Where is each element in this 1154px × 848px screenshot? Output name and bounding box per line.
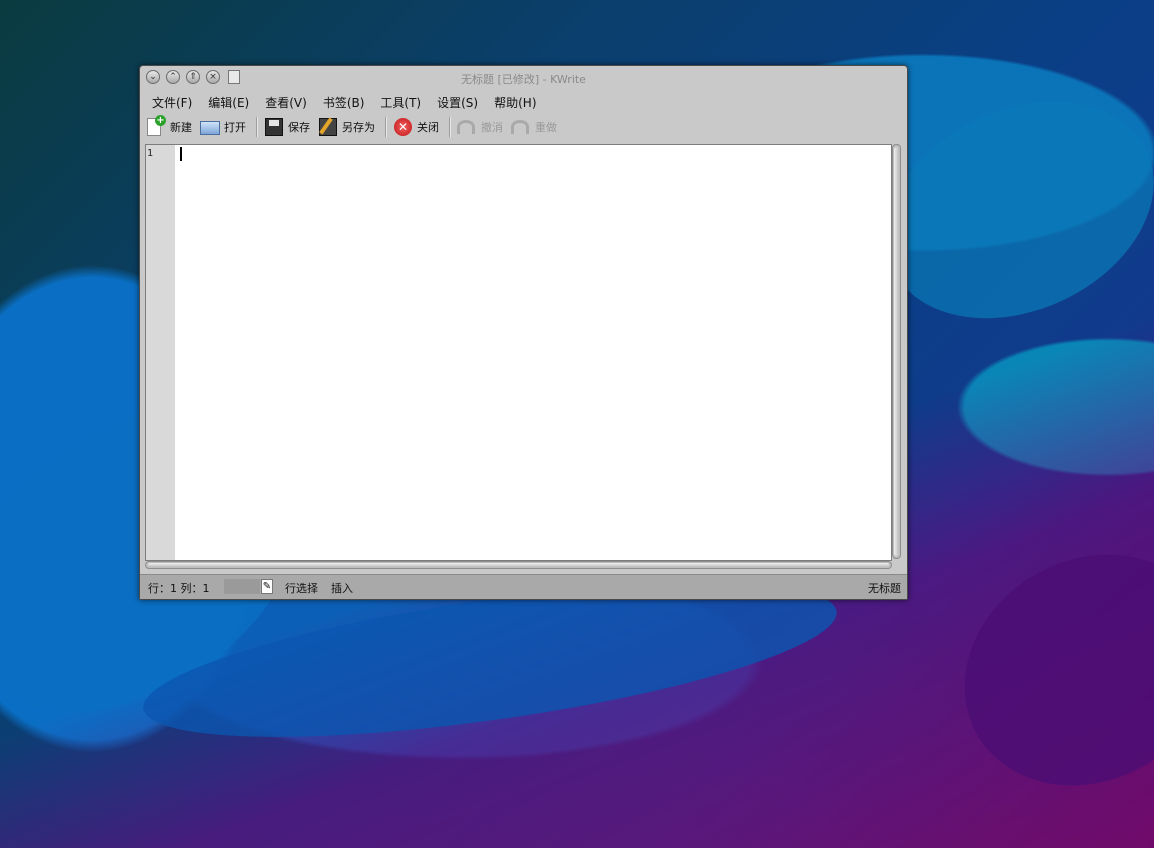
modified-pencil-icon: ✎: [261, 579, 273, 594]
main-toolbar: + 新建 打开 保存 另存为 ✕ 关闭 撤消 重做: [144, 114, 563, 140]
save-button-label: 保存: [288, 121, 310, 134]
status-field: [224, 579, 260, 594]
toolbar-separator: [256, 117, 258, 137]
save-disk-icon: [264, 117, 284, 137]
horizontal-scroll-thumb[interactable]: [148, 563, 889, 567]
menu-view[interactable]: 查看(V): [257, 92, 315, 112]
open-button-label: 打开: [224, 121, 246, 134]
open-button[interactable]: 打开: [198, 117, 252, 137]
kwrite-window: ⌄ ⌃ ⇑ × 无标题 [已修改] - KWrite 文件(F) 编辑(E) 查…: [139, 65, 908, 600]
new-button[interactable]: + 新建: [144, 115, 198, 137]
close-button[interactable]: ✕ 关闭: [391, 117, 445, 137]
close-button-label: 关闭: [417, 121, 439, 134]
menu-file[interactable]: 文件(F): [144, 92, 200, 112]
cursor-position: 行：1 列：1: [148, 582, 210, 595]
save-as-button[interactable]: 另存为: [316, 117, 381, 137]
menu-edit[interactable]: 编辑(E): [200, 92, 257, 112]
line-number-gutter: 1: [146, 145, 175, 560]
menu-bookmarks[interactable]: 书签(B): [315, 92, 373, 112]
toolbar-separator: [385, 117, 387, 137]
new-document-icon: +: [146, 115, 166, 137]
menu-settings[interactable]: 设置(S): [429, 92, 486, 112]
undo-button-label: 撤消: [481, 121, 503, 134]
save-as-button-label: 另存为: [342, 121, 375, 134]
insert-mode[interactable]: 插入: [331, 580, 353, 596]
redo-icon: [511, 117, 531, 137]
vertical-scrollbar[interactable]: [892, 144, 901, 559]
save-button[interactable]: 保存: [262, 117, 316, 137]
editor-area[interactable]: 1: [145, 144, 892, 561]
undo-button[interactable]: 撤消: [455, 117, 509, 137]
new-button-label: 新建: [170, 121, 192, 134]
open-folder-icon: [200, 117, 220, 137]
document-name: 无标题: [868, 582, 901, 595]
horizontal-scrollbar[interactable]: [145, 561, 892, 569]
selection-mode[interactable]: 行选择: [285, 580, 318, 596]
desktop-wallpaper-shape: [922, 509, 1154, 831]
menu-help[interactable]: 帮助(H): [486, 92, 544, 112]
undo-icon: [457, 117, 477, 137]
save-as-icon: [318, 117, 338, 137]
menu-tools[interactable]: 工具(T): [372, 92, 429, 112]
toolbar-separator: [449, 117, 451, 137]
vertical-scroll-thumb[interactable]: [894, 147, 899, 556]
menu-bar: 文件(F) 编辑(E) 查看(V) 书签(B) 工具(T) 设置(S) 帮助(H…: [144, 92, 545, 112]
title-bar[interactable]: ⌄ ⌃ ⇑ × 无标题 [已修改] - KWrite: [140, 66, 907, 90]
window-title: 无标题 [已修改] - KWrite: [461, 73, 586, 86]
text-editor[interactable]: [175, 145, 891, 560]
line-number: 1: [147, 148, 154, 159]
redo-button-label: 重做: [535, 121, 557, 134]
redo-button[interactable]: 重做: [509, 117, 563, 137]
close-icon: ✕: [393, 117, 413, 137]
status-bar: 行：1 列：1 ✎ 行选择 插入 无标题: [140, 574, 907, 599]
text-caret: [180, 147, 182, 161]
